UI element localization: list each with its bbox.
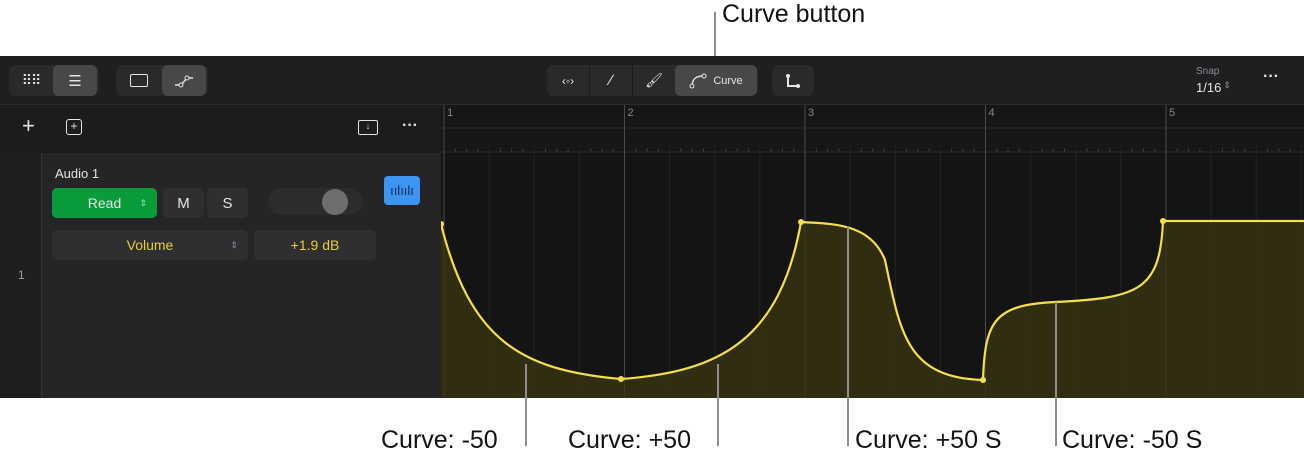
volume-slider[interactable] [268, 188, 363, 215]
curve-label: Curve [713, 74, 743, 87]
chevron-updown-icon: ⇕ [1223, 80, 1231, 90]
automation-point [798, 219, 804, 225]
brush-icon: 🖌 [645, 72, 663, 88]
ruler-bar-label: 2 [627, 107, 634, 119]
ruler-bar-label: 4 [988, 107, 995, 119]
track-name: Audio 1 [55, 166, 100, 181]
move-icon: ‹◦› [561, 73, 575, 88]
pencil-tool-button[interactable]: ∕ [590, 65, 632, 96]
callout-curve-minus50: Curve: -50 [381, 426, 498, 454]
automation-point [618, 376, 624, 382]
mute-button[interactable]: M [163, 188, 204, 218]
track-header[interactable]: 1 Audio 1 Read ⇕ M S ıılıılı Volume ⇕ +1.9… [0, 153, 441, 398]
track-more-button[interactable]: ··· [402, 117, 418, 135]
region-button[interactable] [116, 65, 162, 96]
grid-view-button[interactable]: ⠿⠿ [9, 65, 53, 96]
snap-value: 1/16 [1196, 80, 1222, 95]
solo-button[interactable]: S [207, 188, 248, 218]
automation-point [1160, 218, 1166, 224]
callout-curve-minus50s: Curve: -50 S [1062, 426, 1203, 454]
slider-knob[interactable] [322, 189, 348, 215]
waveform-button[interactable]: ıılıılı [384, 176, 420, 205]
step-icon [786, 73, 800, 88]
ruler-bar-label: 3 [808, 107, 815, 119]
snap-select[interactable]: 1/16 ⇕ [1196, 80, 1231, 95]
tracks-view-button[interactable]: ☰ [53, 65, 97, 96]
automation-mode-value: Read [87, 195, 122, 211]
parameter-value: Volume [126, 237, 174, 253]
automation-lane[interactable]: 1 2 3 4 5 [441, 105, 1304, 398]
chevron-updown-icon: ⇕ [139, 197, 147, 208]
leader-line [714, 12, 716, 62]
grid-icon: ⠿⠿ [21, 72, 41, 88]
brush-tool-button[interactable]: 🖌 [633, 65, 675, 96]
callout-curve-plus50s: Curve: +50 S [855, 426, 1002, 454]
duplicate-track-button[interactable]: + [66, 119, 82, 135]
duplicate-icon: + [70, 119, 78, 133]
ellipsis-icon: ··· [402, 117, 418, 134]
parameter-value-field[interactable]: +1.9 dB [254, 230, 376, 260]
mode-toggle-group [116, 65, 208, 96]
waveform-icon: ıılıılı [390, 183, 414, 198]
callout-curve-plus50: Curve: +50 [568, 426, 691, 454]
tool-group: ‹◦› ∕ 🖌 Curve [547, 65, 758, 96]
automation-mode-select[interactable]: Read ⇕ [52, 188, 157, 218]
download-tray-icon: ↓ [365, 121, 371, 131]
app-window: ⠿⠿ ☰ ‹◦› ∕ 🖌 Curve Snap 1/16 ⇕ ··· + + ↓ … [0, 56, 1304, 398]
pencil-icon: ∕ [609, 72, 613, 89]
tracks-icon: ☰ [68, 72, 82, 90]
add-track-button[interactable]: + [22, 113, 35, 139]
callout-curve-button: Curve button [722, 0, 866, 28]
pointer-tool-button[interactable]: ‹◦› [547, 65, 589, 96]
automation-icon [175, 75, 193, 87]
view-toggle-group: ⠿⠿ ☰ [9, 65, 99, 96]
import-button[interactable]: ↓ [358, 120, 378, 135]
plus-icon: + [22, 113, 35, 138]
automation-point [980, 377, 986, 383]
ruler-bar-label: 1 [447, 107, 454, 119]
step-group [772, 65, 814, 96]
ruler-bar-label: 5 [1169, 107, 1176, 119]
track-number: 1 [18, 268, 25, 282]
ellipsis-icon: ··· [1263, 68, 1279, 85]
chevron-updown-icon: ⇕ [230, 239, 238, 250]
toolbar: ⠿⠿ ☰ ‹◦› ∕ 🖌 Curve Snap 1/16 ⇕ ··· [0, 56, 1304, 105]
curve-tool-button[interactable]: Curve [675, 65, 757, 96]
snap-label: Snap [1196, 66, 1220, 77]
automation-canvas [441, 105, 1304, 398]
parameter-select[interactable]: Volume ⇕ [52, 230, 248, 260]
rectangle-icon [130, 74, 148, 87]
track-list: + + ↓ ··· 1 Audio 1 Read ⇕ M S ıılıılı Vo… [0, 105, 441, 398]
automation-button[interactable] [162, 65, 206, 96]
more-button[interactable]: ··· [1263, 68, 1279, 86]
curve-icon [689, 73, 707, 88]
step-tool-button[interactable] [772, 65, 814, 96]
